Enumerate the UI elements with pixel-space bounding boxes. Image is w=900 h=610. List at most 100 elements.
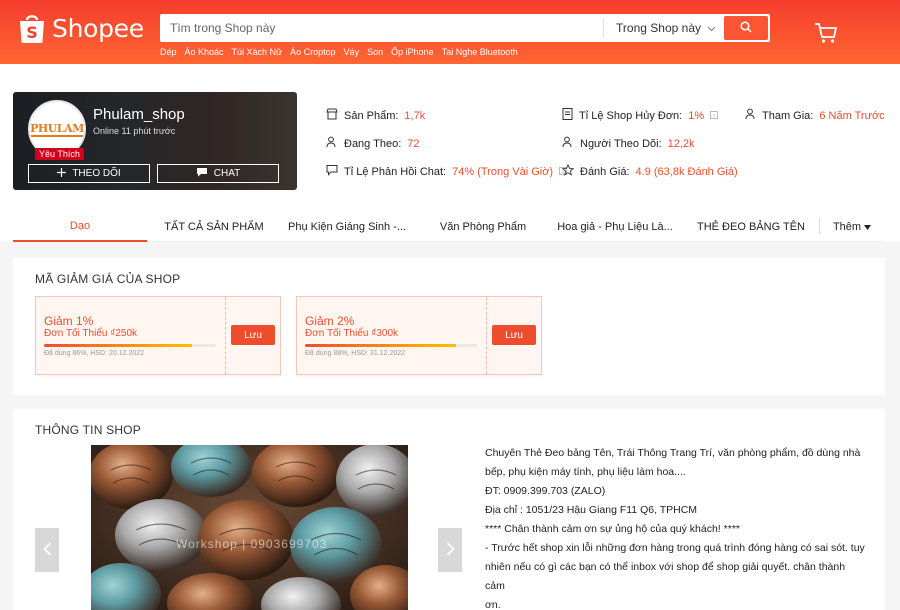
cart-icon[interactable] [814,22,838,44]
stat-value: 1,7k [404,109,426,122]
chat-button[interactable]: CHAT [157,164,279,183]
voucher-usage-fill [44,344,192,347]
voucher-min-order: Đơn Tối Thiểu ₫250k [44,328,138,339]
shop-description-text: Chuyên Thẻ Đeo bảng Tên, Trái Thông Tran… [485,444,865,610]
keyword-link[interactable]: Son [367,47,383,57]
description-line: bếp, phụ kiện máy tính, phụ liệu làm hoa… [485,466,686,478]
keyword-link[interactable]: Váy [344,47,360,57]
pinecones-photo [91,445,408,610]
keyword-link[interactable]: Tai Nghe Bluetooth [442,47,518,57]
stat-label: Tỉ Lệ Shop Hủy Đơn: [579,109,683,122]
tab-christmas-accessories[interactable]: Phụ Kiện Giáng Sinh -... [284,212,410,242]
user-add-icon [326,136,338,151]
image-watermark: Workshop | 0903699703 [176,537,328,551]
stat-label: Tham Gia: [762,109,814,122]
stat-value: 74% (Trong Vài Giờ) [452,165,554,178]
plus-icon [57,167,67,180]
tab-stationery[interactable]: Văn Phòng Phẩm [433,212,533,242]
stat-cancel-rate: Tỉ Lệ Shop Hủy Đơn: 1% [562,108,719,123]
keyword-link[interactable]: Áo Khoác [185,47,224,57]
tab-all-products[interactable]: TẤT CẢ SẢN PHẨM [161,212,267,242]
description-line: - Trước hết shop xin lỗi những đơn hàng … [485,542,865,554]
search-bar: Trong Shop này [160,14,770,42]
description-line: ĐT: 0909.399.703 (ZALO) [485,485,606,497]
stat-label: Đánh Giá: [580,165,630,178]
voucher-discount: Giảm 2% [305,314,355,328]
star-icon [561,163,575,179]
tab-name-badge[interactable]: THẺ ĐEO BẢNG TÊN [695,212,807,242]
gallery-prev-button[interactable] [35,528,59,572]
top-header: S Shopee Trong Shop này Dép Áo Khoác Túi… [0,0,900,64]
tab-fake-flowers[interactable]: Hoa giả - Phụ Liệu Là... [553,212,677,242]
voucher-details: Giảm 1% Đơn Tối Thiểu ₫250k Đã dùng 86%,… [36,297,226,374]
search-scope-label: Trong Shop này [616,21,701,35]
svg-text:S: S [26,23,38,42]
stat-following: Đang Theo: 72 [326,136,420,151]
shop-info-section: PHULAM Yêu Thích Phulam_shop Online 11 p… [0,64,900,212]
shop-vouchers-section: MÃ GIẢM GIÁ CỦA SHOP Giảm 1% Đơn Tối Thi… [13,258,885,395]
stat-value: 1% [688,109,705,122]
shop-name: Phulam_shop [93,106,185,123]
search-input[interactable] [160,14,604,42]
stat-rating: Đánh Giá: 4.9 (63,8k Đánh Giá) [561,163,738,179]
voucher-min-order: Đơn Tối Thiểu ₫300k [305,328,399,339]
chat-label: CHAT [213,168,241,179]
keyword-link[interactable]: Dép [160,47,177,57]
tab-dao[interactable]: Dạo [13,212,147,242]
search-keywords: Dép Áo Khoác Túi Xách Nữ Áo Croptop Váy … [160,47,518,57]
stat-followers: Người Theo Dõi: 12,2k [562,136,695,151]
section-title: MÃ GIẢM GIÁ CỦA SHOP [35,272,181,286]
info-icon[interactable] [710,110,719,122]
chevron-right-icon [446,541,455,559]
shop-online-status: Online 11 phút trước [93,126,176,136]
keyword-link[interactable]: Áo Croptop [290,47,336,57]
stat-label: Người Theo Dõi: [580,137,662,150]
search-icon [740,20,752,36]
voucher-save-button[interactable]: Lưu [492,325,536,345]
voucher-details: Giảm 2% Đơn Tối Thiểu ₫300k Đã dùng 88%,… [297,297,487,374]
document-icon [562,108,573,123]
voucher-card: Giảm 1% Đơn Tối Thiểu ₫250k Đã dùng 86%,… [35,296,281,375]
favorite-badge: Yêu Thích [35,148,84,160]
shop-image-gallery[interactable]: Workshop | 0903699703 [91,445,408,610]
caret-down-icon [864,221,872,233]
shop-description-section: THÔNG TIN SHOP Workshop | 0903699703 Chu… [13,409,885,610]
tab-more-label: Thêm [832,221,862,233]
stat-label: Sản Phẩm: [344,109,399,122]
follow-button[interactable]: THEO DÕI [28,164,150,183]
keyword-link[interactable]: Túi Xách Nữ [232,47,283,57]
voucher-usage-text: Đã dùng 86%, HSD: 20.12.2022 [44,350,145,357]
description-line: Chuyên Thẻ Đeo bảng Tên, Trái Thông Tran… [485,447,861,459]
chevron-down-icon [707,21,716,35]
avatar-logo-text: PHULAM [30,121,84,137]
description-line: ơn. [485,599,501,610]
voucher-usage-text: Đã dùng 88%, HSD: 31.12.2022 [305,350,406,357]
users-icon [562,136,574,151]
tabs-bar: Dạo TẤT CẢ SẢN PHẨM Phụ Kiện Giáng Sinh … [13,212,885,242]
voucher-card: Giảm 2% Đơn Tối Thiểu ₫300k Đã dùng 88%,… [296,296,542,375]
search-scope-dropdown[interactable]: Trong Shop này [603,18,724,38]
voucher-save-button[interactable]: Lưu [231,325,275,345]
voucher-discount: Giảm 1% [44,314,94,328]
tab-divider [819,218,820,234]
stat-chat-rate: Tỉ Lệ Phản Hồi Chat: 74% (Trong Vài Giờ) [326,164,567,179]
stat-value: 6 Năm Trước [819,109,885,122]
store-icon [326,108,338,123]
description-line: Địa chỉ : 1051/23 Hậu Giang F11 Q6, TPHC… [485,504,698,516]
shop-card: PHULAM Yêu Thích Phulam_shop Online 11 p… [13,92,297,190]
gallery-next-button[interactable] [438,528,462,572]
shopee-bag-icon: S [18,12,46,44]
voucher-usage-fill [305,344,457,347]
description-line: **** Chân thành cảm ơn sự ủng hộ của quý… [485,523,740,535]
voucher-usage-bar [44,344,216,347]
user-icon [744,108,756,123]
description-line: nhiên nếu có gì các bạn có thể inbox với… [485,561,846,592]
follow-label: THEO DÕI [72,168,121,179]
stat-value: 12,2k [667,137,695,150]
tab-more[interactable]: Thêm [827,212,877,242]
search-button[interactable] [724,16,768,40]
stat-label: Đang Theo: [344,137,402,150]
shopee-logo[interactable]: S Shopee [18,12,144,44]
keyword-link[interactable]: Ốp iPhone [391,47,434,57]
shop-tabs: Dạo TẤT CẢ SẢN PHẨM Phụ Kiện Giáng Sinh … [0,212,900,242]
